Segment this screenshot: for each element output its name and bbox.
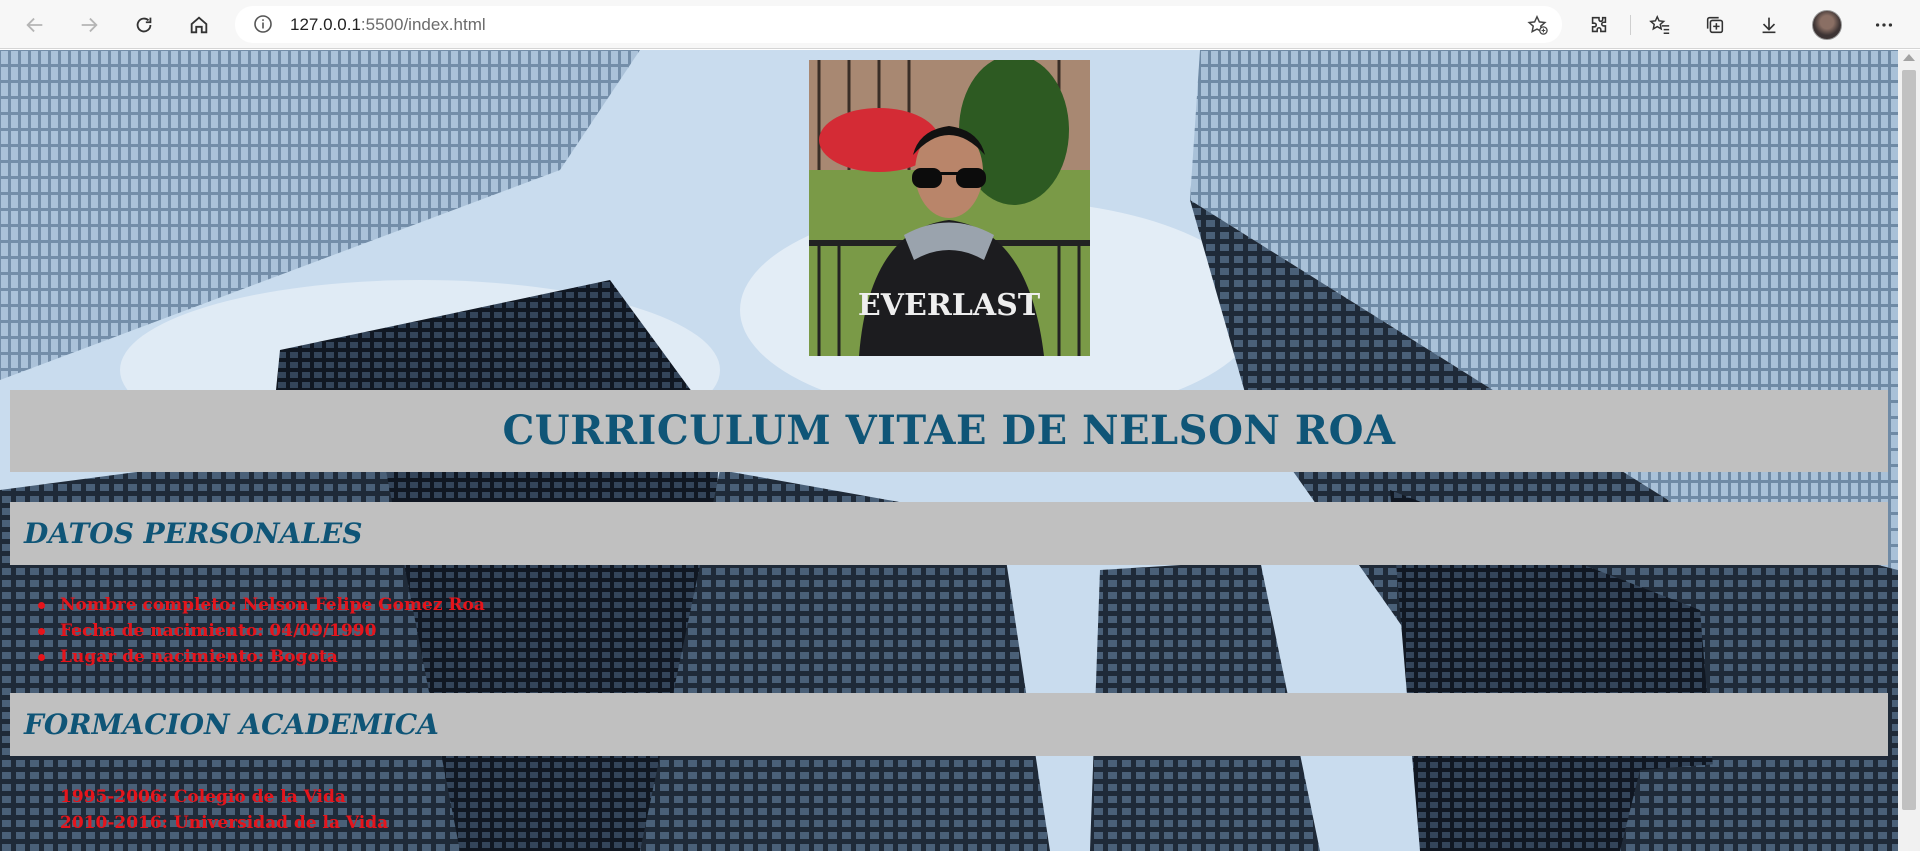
back-button[interactable] bbox=[20, 10, 50, 40]
downloads-button[interactable] bbox=[1754, 10, 1784, 40]
url-text: 127.0.0.1:5500/index.html bbox=[290, 15, 486, 34]
forward-button[interactable] bbox=[74, 10, 104, 40]
section-heading-band-personal: DATOS PERSONALES bbox=[10, 502, 1888, 565]
extensions-button[interactable] bbox=[1584, 10, 1614, 40]
download-icon bbox=[1762, 17, 1776, 34]
list-item: Fecha de nacimiento: 04/09/1990 bbox=[0, 618, 485, 644]
education-list: 1995-2006: Colegio de la Vida 2010-2016:… bbox=[0, 784, 388, 836]
puzzle-icon bbox=[1591, 16, 1607, 33]
page-title: CURRICULUM VITAE DE NELSON ROA bbox=[502, 407, 1396, 454]
more-dots-icon bbox=[1875, 23, 1893, 27]
list-item: 1995-2006: Colegio de la Vida bbox=[60, 787, 346, 807]
section-heading-personal: DATOS PERSONALES bbox=[24, 517, 363, 550]
personal-data-list: Nombre completo: Nelson Felipe Gomez Roa… bbox=[0, 592, 485, 670]
more-options-button[interactable] bbox=[1869, 10, 1899, 40]
section-heading-education: FORMACION ACADEMICA bbox=[24, 708, 439, 741]
profile-photo-image: EVERLAST bbox=[809, 60, 1090, 356]
svg-text:EVERLAST: EVERLAST bbox=[858, 288, 1041, 323]
profile-avatar[interactable] bbox=[1812, 10, 1842, 40]
favorites-button[interactable] bbox=[1645, 10, 1675, 40]
address-bar[interactable]: 127.0.0.1:5500/index.html bbox=[235, 6, 1562, 43]
favorites-icon bbox=[1649, 14, 1670, 34]
home-button[interactable] bbox=[184, 10, 214, 40]
profile-photo: EVERLAST bbox=[809, 60, 1090, 356]
list-item: Lugar de nacimiento: Bogota bbox=[0, 644, 485, 670]
home-icon bbox=[190, 16, 208, 34]
page-viewport: EVERLAST CURRICULUM VITAE DE NELSON ROA … bbox=[0, 50, 1898, 851]
vertical-scrollbar[interactable] bbox=[1898, 50, 1920, 851]
toolbar-separator bbox=[1630, 15, 1631, 35]
browser-toolbar: 127.0.0.1:5500/index.html bbox=[0, 0, 1920, 49]
add-favorite-icon[interactable] bbox=[1526, 14, 1548, 36]
back-arrow-icon bbox=[26, 17, 43, 33]
page-title-band: CURRICULUM VITAE DE NELSON ROA bbox=[10, 390, 1888, 472]
list-item: 2010-2016: Universidad de la Vida bbox=[60, 813, 389, 833]
info-icon[interactable] bbox=[253, 14, 273, 34]
scroll-up-arrow-icon[interactable] bbox=[1903, 54, 1915, 61]
list-item: Nombre completo: Nelson Felipe Gomez Roa bbox=[0, 592, 485, 618]
scrollbar-thumb[interactable] bbox=[1902, 70, 1916, 810]
collections-button[interactable] bbox=[1700, 10, 1730, 40]
forward-arrow-icon bbox=[81, 17, 98, 33]
refresh-button[interactable] bbox=[129, 10, 159, 40]
collections-icon bbox=[1706, 16, 1724, 34]
section-heading-band-education: FORMACION ACADEMICA bbox=[10, 693, 1888, 756]
refresh-icon bbox=[136, 17, 152, 33]
